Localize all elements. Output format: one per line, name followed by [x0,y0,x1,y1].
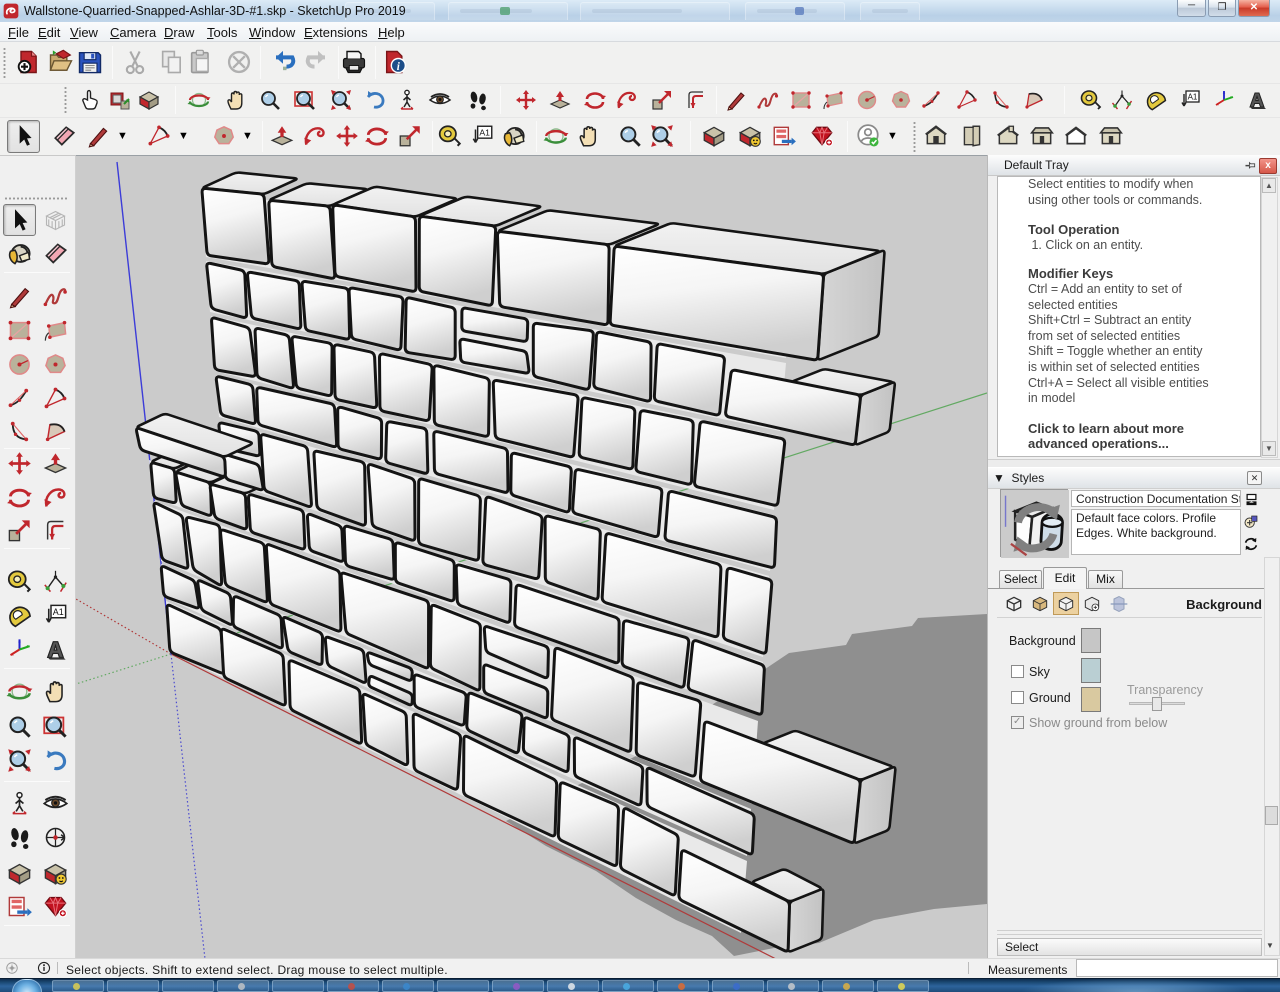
svg-text:A1: A1 [1188,93,1198,102]
svg-text:A1: A1 [479,127,490,137]
svg-text:A1: A1 [53,607,64,617]
